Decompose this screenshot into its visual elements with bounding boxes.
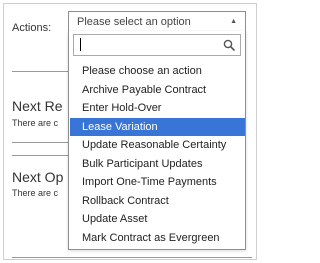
actions-select[interactable]: Please select an option ▲ (68, 11, 246, 32)
actions-dropdown: Please choose an action Archive Payable C… (68, 31, 246, 250)
search-field[interactable] (73, 34, 241, 56)
option-item[interactable]: Archive Payable Contract (70, 81, 245, 100)
divider (12, 155, 72, 156)
option-item[interactable]: Mark Contract as Evergreen (70, 229, 245, 248)
section-title-next-review: Next Re (12, 98, 63, 114)
options-list: Please choose an action Archive Payable C… (70, 62, 245, 247)
search-input[interactable] (74, 35, 220, 55)
option-item[interactable]: Update Reasonable Certainty (70, 136, 245, 155)
option-item[interactable]: Bulk Participant Updates (70, 155, 245, 174)
actions-label: Actions: (12, 22, 52, 34)
search-icon (223, 39, 235, 51)
divider (12, 142, 72, 143)
option-item[interactable]: Please choose an action (70, 62, 245, 81)
text-caret (80, 38, 81, 51)
option-item[interactable]: Update Asset (70, 210, 245, 229)
option-item[interactable]: Enter Hold-Over (70, 99, 245, 118)
select-placeholder: Please select an option (77, 16, 191, 28)
divider (12, 71, 72, 72)
option-item[interactable]: Lease Variation (70, 117, 245, 136)
section-title-next-option: Next Op (12, 169, 64, 185)
divider (12, 257, 252, 258)
section-text-next-option: There are c (12, 188, 59, 198)
chevron-up-icon[interactable]: ▲ (230, 18, 237, 25)
section-text-next-review: There are c (12, 118, 59, 128)
option-item[interactable]: Rollback Contract (70, 192, 245, 211)
option-item[interactable]: Import One-Time Payments (70, 173, 245, 192)
